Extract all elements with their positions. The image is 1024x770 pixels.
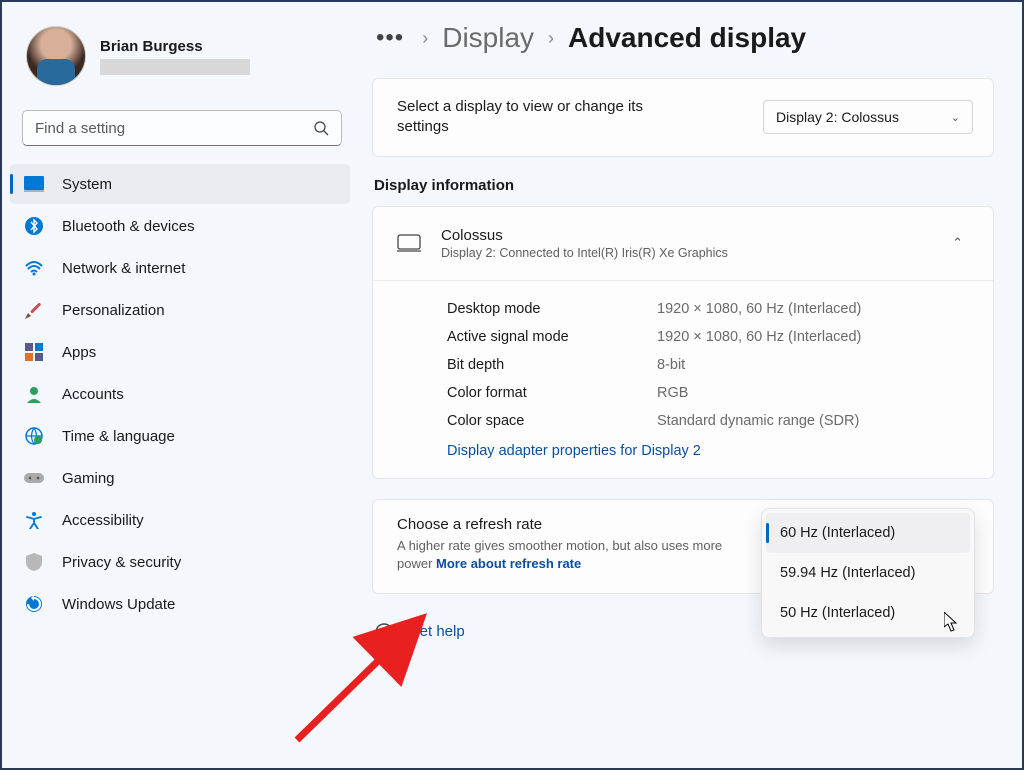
personalization-icon — [24, 300, 44, 320]
info-row: Color formatRGB — [447, 379, 969, 407]
chevron-down-icon: ⌄ — [951, 111, 960, 124]
display-info-body: Desktop mode1920 × 1080, 60 Hz (Interlac… — [373, 280, 993, 478]
gaming-icon — [24, 468, 44, 488]
sidebar-item-personalization[interactable]: Personalization — [10, 290, 350, 330]
refresh-rate-card: Choose a refresh rate A higher rate give… — [372, 499, 994, 594]
display-info-header[interactable]: Colossus Display 2: Connected to Intel(R… — [373, 207, 993, 280]
sidebar-item-label: Apps — [62, 344, 96, 361]
avatar[interactable] — [26, 26, 86, 86]
refresh-option[interactable]: 50 Hz (Interlaced) — [766, 593, 970, 633]
refresh-rate-dropdown-list[interactable]: 60 Hz (Interlaced) 59.94 Hz (Interlaced)… — [761, 508, 975, 638]
help-icon: ? — [374, 622, 394, 642]
sidebar-item-label: Privacy & security — [62, 554, 181, 571]
breadcrumb-parent[interactable]: Display — [442, 22, 534, 54]
breadcrumb: ••• › Display › Advanced display — [372, 22, 994, 54]
privacy-icon — [24, 552, 44, 572]
sidebar: Brian Burgess System Bluetooth & devices — [2, 2, 362, 768]
section-header-display-info: Display information — [374, 177, 994, 194]
profile-block[interactable]: Brian Burgess — [2, 14, 362, 100]
sidebar-item-bluetooth[interactable]: Bluetooth & devices — [10, 206, 350, 246]
select-display-card: Select a display to view or change its s… — [372, 78, 994, 157]
sidebar-item-windows-update[interactable]: Windows Update — [10, 584, 350, 624]
accounts-icon — [24, 384, 44, 404]
svg-text:?: ? — [381, 627, 386, 637]
sidebar-item-apps[interactable]: Apps — [10, 332, 350, 372]
sidebar-item-label: Network & internet — [62, 260, 185, 277]
search-input-wrap[interactable] — [22, 110, 342, 146]
sidebar-item-system[interactable]: System — [10, 164, 350, 204]
info-row: Desktop mode1920 × 1080, 60 Hz (Interlac… — [447, 295, 969, 323]
refresh-rate-description: A higher rate gives smoother motion, but… — [397, 537, 727, 573]
nav: System Bluetooth & devices Network & int… — [2, 164, 362, 624]
display-selector-value: Display 2: Colossus — [776, 109, 899, 125]
sidebar-item-gaming[interactable]: Gaming — [10, 458, 350, 498]
search-input[interactable] — [35, 120, 313, 137]
sidebar-item-time-language[interactable]: Time & language — [10, 416, 350, 456]
sidebar-item-network[interactable]: Network & internet — [10, 248, 350, 288]
chevron-right-icon: › — [422, 28, 428, 49]
sidebar-item-accessibility[interactable]: Accessibility — [10, 500, 350, 540]
adapter-properties-link[interactable]: Display adapter properties for Display 2 — [447, 435, 701, 459]
sidebar-item-label: Time & language — [62, 428, 175, 445]
select-display-label: Select a display to view or change its s… — [397, 97, 697, 138]
display-name: Colossus — [441, 227, 932, 244]
refresh-option[interactable]: 59.94 Hz (Interlaced) — [766, 553, 970, 593]
sidebar-item-privacy[interactable]: Privacy & security — [10, 542, 350, 582]
profile-email-redacted — [100, 59, 250, 75]
search-icon — [313, 120, 329, 136]
system-icon — [24, 174, 44, 194]
info-row: Color spaceStandard dynamic range (SDR) — [447, 407, 969, 435]
sidebar-item-label: Accounts — [62, 386, 124, 403]
sidebar-item-label: Gaming — [62, 470, 115, 487]
apps-icon — [24, 342, 44, 362]
network-icon — [24, 258, 44, 278]
main-content: ••• › Display › Advanced display Select … — [362, 2, 1022, 768]
display-selector-dropdown[interactable]: Display 2: Colossus ⌄ — [763, 100, 973, 134]
sidebar-item-label: System — [62, 176, 112, 193]
monitor-icon — [397, 234, 421, 252]
more-about-refresh-link[interactable]: More about refresh rate — [436, 556, 581, 571]
sidebar-item-label: Bluetooth & devices — [62, 218, 195, 235]
sidebar-item-accounts[interactable]: Accounts — [10, 374, 350, 414]
breadcrumb-overflow-icon[interactable]: ••• — [372, 24, 408, 52]
display-subtitle: Display 2: Connected to Intel(R) Iris(R)… — [441, 246, 932, 260]
info-row: Bit depth8-bit — [447, 351, 969, 379]
bluetooth-icon — [24, 216, 44, 236]
time-language-icon — [24, 426, 44, 446]
get-help-link[interactable]: Get help — [408, 623, 465, 640]
sidebar-item-label: Accessibility — [62, 512, 144, 529]
sidebar-item-label: Windows Update — [62, 596, 175, 613]
info-row: Active signal mode1920 × 1080, 60 Hz (In… — [447, 323, 969, 351]
windows-update-icon — [24, 594, 44, 614]
display-info-card: Colossus Display 2: Connected to Intel(R… — [372, 206, 994, 479]
page-title: Advanced display — [568, 22, 806, 54]
sidebar-item-label: Personalization — [62, 302, 165, 319]
profile-name: Brian Burgess — [100, 38, 338, 55]
refresh-option[interactable]: 60 Hz (Interlaced) — [766, 513, 970, 553]
chevron-right-icon: › — [548, 28, 554, 49]
accessibility-icon — [24, 510, 44, 530]
chevron-up-icon: ⌃ — [952, 235, 963, 251]
